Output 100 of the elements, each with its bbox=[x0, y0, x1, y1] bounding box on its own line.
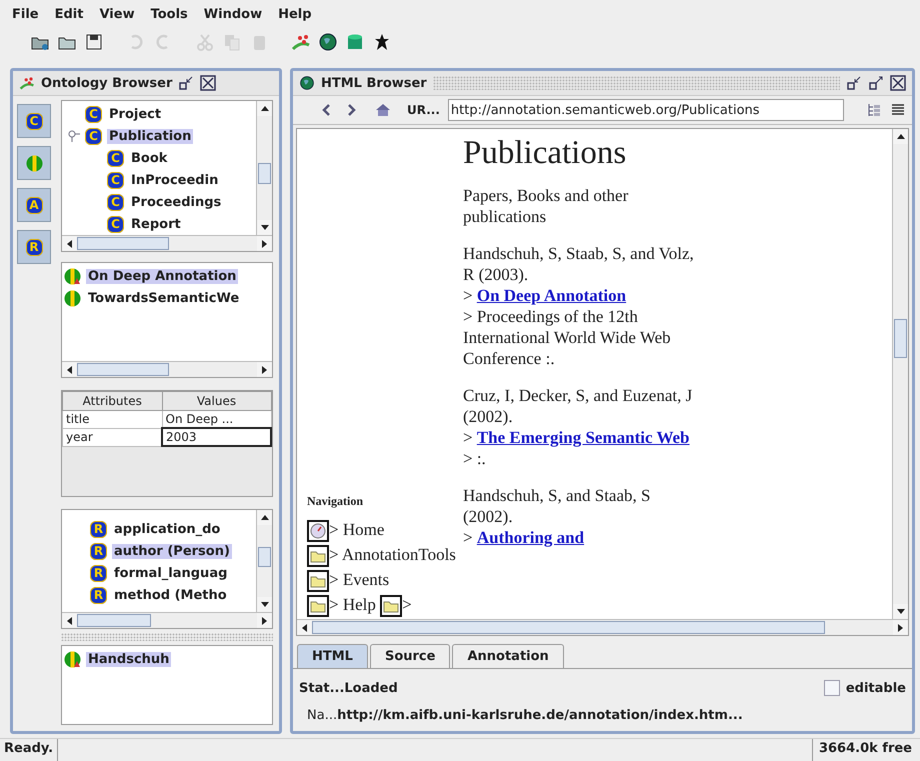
class-icon: C bbox=[107, 216, 124, 232]
class-icon: C bbox=[107, 150, 124, 166]
class-icon: C bbox=[85, 106, 102, 122]
status-label: Stat... bbox=[299, 680, 344, 696]
citation-authors: Handschuh, S, and Staab, S (2002). bbox=[463, 485, 652, 527]
instance-icon bbox=[26, 154, 42, 172]
target-icon[interactable] bbox=[307, 520, 329, 542]
tab[interactable]: Source bbox=[370, 644, 450, 668]
instance-item[interactable]: Handschuh bbox=[86, 652, 172, 666]
url-field[interactable]: http://annotation.semanticweb.org/Publications bbox=[448, 99, 844, 121]
tree-item[interactable]: Project bbox=[107, 106, 164, 122]
expand-handle-icon[interactable] bbox=[68, 130, 80, 142]
status-value: Loaded bbox=[344, 680, 398, 696]
class-icon: C bbox=[107, 172, 124, 188]
folder-icon[interactable] bbox=[307, 544, 329, 567]
tree-item[interactable]: Book bbox=[129, 150, 170, 166]
table-cell: title bbox=[62, 410, 162, 428]
window-title: Ontology Browser bbox=[41, 76, 172, 90]
checkbox-label: editable bbox=[846, 680, 906, 696]
property-icon: R bbox=[90, 542, 107, 560]
tree-item[interactable]: author (Person) bbox=[112, 544, 232, 558]
menu-item[interactable]: Tools bbox=[148, 6, 190, 22]
tab[interactable]: Annotation bbox=[452, 644, 564, 668]
home-icon[interactable] bbox=[375, 102, 391, 118]
tree-item[interactable]: formal_languag bbox=[112, 566, 230, 580]
publication-link[interactable]: Authoring and bbox=[476, 528, 584, 547]
tree-item[interactable]: Publication bbox=[107, 128, 194, 144]
nav-link[interactable]: > Events bbox=[329, 570, 390, 589]
memory-indicator: 3664.0k free bbox=[812, 739, 920, 761]
scrollbar[interactable] bbox=[62, 361, 272, 377]
link-marker: > bbox=[463, 528, 473, 547]
link-marker: > bbox=[463, 286, 473, 305]
database-icon[interactable] bbox=[345, 32, 365, 52]
ontology-icon[interactable] bbox=[291, 32, 311, 52]
folder-icon[interactable] bbox=[380, 595, 402, 617]
title-bar-grip[interactable] bbox=[432, 76, 840, 90]
navigation-heading: Navigation bbox=[307, 494, 364, 509]
folder-icon[interactable] bbox=[307, 595, 329, 617]
tree-item[interactable]: Report bbox=[129, 216, 183, 232]
link-marker: > bbox=[463, 428, 473, 447]
citation-venue: > Proceedings of the 12th International World Wide Web Conference :. bbox=[463, 306, 672, 369]
name-value: http://km.aifb.uni-karlsruhe.de/annotation/index.htm... bbox=[337, 708, 743, 722]
status-message: Ready. bbox=[0, 739, 58, 761]
scrollbar[interactable] bbox=[892, 129, 908, 619]
tree-item[interactable]: application_do bbox=[112, 522, 222, 536]
tab[interactable]: HTML bbox=[297, 644, 368, 668]
save-icon[interactable] bbox=[84, 32, 104, 52]
url-label: UR... bbox=[407, 103, 440, 117]
minimize-icon[interactable] bbox=[846, 75, 862, 91]
property-icon: R bbox=[90, 586, 107, 604]
close-icon[interactable] bbox=[200, 75, 216, 91]
close-icon[interactable] bbox=[890, 75, 906, 91]
nav-link[interactable]: > Home bbox=[329, 520, 384, 539]
globe-icon[interactable] bbox=[318, 32, 338, 52]
maximize-icon[interactable] bbox=[868, 75, 884, 91]
window-title: HTML Browser bbox=[321, 76, 427, 90]
menu-item[interactable]: Help bbox=[276, 6, 314, 22]
tree-item[interactable]: method (Metho bbox=[112, 588, 229, 602]
toolbar-button[interactable]: C bbox=[17, 104, 51, 138]
globe-icon bbox=[299, 75, 315, 91]
minimize-icon[interactable] bbox=[178, 75, 194, 91]
checkbox[interactable] bbox=[824, 680, 840, 696]
scrollbar[interactable] bbox=[297, 619, 908, 635]
instance-item[interactable]: TowardsSemanticWe bbox=[86, 290, 242, 306]
scrollbar[interactable] bbox=[62, 235, 272, 251]
menu-item[interactable]: Window bbox=[202, 6, 264, 22]
scrollbar[interactable] bbox=[256, 510, 272, 612]
tree-item[interactable]: InProceedin bbox=[129, 172, 220, 188]
citation-authors: Handschuh, S, Staab, S, and Volz, R (2003). bbox=[463, 243, 695, 285]
instance-item[interactable]: On Deep Annotation bbox=[86, 268, 238, 284]
citation-authors: Cruz, I, Decker, S, and Euzenat, J (2002). bbox=[463, 385, 694, 427]
column-header[interactable]: Attributes bbox=[62, 392, 162, 410]
menu-item[interactable]: File bbox=[10, 6, 41, 22]
property-icon: R bbox=[90, 520, 107, 538]
column-header[interactable]: Values bbox=[162, 392, 271, 410]
class-icon: C bbox=[85, 128, 102, 144]
ontology-icon bbox=[19, 75, 35, 91]
scrollbar[interactable] bbox=[256, 101, 272, 235]
nav-link[interactable]: > AnnotationTools bbox=[329, 544, 456, 564]
name-label: Na... bbox=[307, 708, 338, 722]
publication-link[interactable]: The Emerging Semantic Web bbox=[476, 428, 690, 447]
toolbar-button[interactable]: A bbox=[17, 188, 51, 222]
toolbar-button[interactable]: R bbox=[17, 230, 51, 264]
property-icon: R bbox=[90, 564, 107, 582]
class-icon: C bbox=[107, 194, 124, 210]
intro-text: Papers, Books and other publications bbox=[463, 185, 630, 227]
nav-link[interactable]: > Help bbox=[329, 594, 376, 614]
list-view-icon[interactable] bbox=[890, 102, 906, 118]
folder-icon[interactable] bbox=[307, 570, 329, 592]
scrollbar[interactable] bbox=[62, 612, 272, 628]
tree-item[interactable]: Proceedings bbox=[129, 194, 224, 210]
citation-venue: > :. bbox=[463, 448, 487, 469]
page-heading: Publications bbox=[463, 135, 628, 171]
menu-item[interactable]: View bbox=[97, 6, 137, 22]
table-cell: year bbox=[62, 428, 162, 446]
tree-view-icon[interactable] bbox=[866, 102, 882, 118]
menu-item[interactable]: Edit bbox=[52, 6, 86, 22]
table-cell[interactable]: 2003 bbox=[162, 428, 271, 446]
publication-link[interactable]: On Deep Annotation bbox=[476, 286, 626, 305]
nav-link[interactable]: > bbox=[402, 594, 412, 614]
